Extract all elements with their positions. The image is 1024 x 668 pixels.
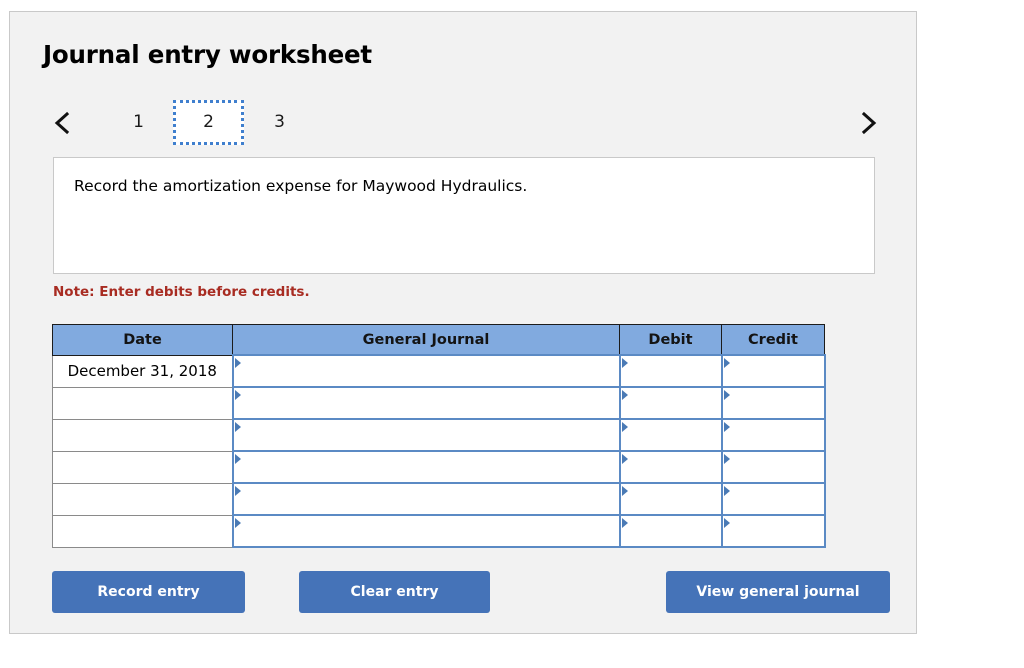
cell-credit[interactable] (720, 482, 826, 516)
journal-entry-table: Date General Journal Debit Credit Decemb… (52, 324, 826, 548)
cell-general-journal[interactable] (231, 386, 621, 420)
dropdown-triangle-icon (234, 390, 241, 400)
transaction-description-box: Record the amortization expense for Mayw… (53, 157, 875, 274)
cell-debit[interactable] (618, 450, 723, 484)
cell-credit[interactable] (720, 514, 826, 548)
pager-tab-2[interactable]: 2 (173, 100, 244, 145)
dropdown-triangle-icon (234, 358, 241, 368)
cell-date[interactable] (52, 483, 233, 516)
dropdown-triangle-icon (723, 454, 730, 464)
view-general-journal-button[interactable]: View general journal (666, 571, 890, 613)
dropdown-triangle-icon (234, 486, 241, 496)
table-row (52, 386, 826, 420)
dropdown-triangle-icon (621, 454, 628, 464)
pager-tab-3[interactable]: 3 (244, 100, 315, 145)
cell-debit[interactable] (618, 482, 723, 516)
debits-before-credits-note: Note: Enter debits before credits. (53, 284, 310, 300)
dropdown-triangle-icon (234, 518, 241, 528)
pager-tab-label: 1 (133, 112, 144, 132)
table-row (52, 482, 826, 516)
cell-date[interactable]: December 31, 2018 (52, 354, 233, 388)
table-row (52, 418, 826, 452)
dropdown-triangle-icon (723, 422, 730, 432)
cell-date[interactable] (52, 515, 233, 548)
dropdown-triangle-icon (621, 422, 628, 432)
page-title: Journal entry worksheet (43, 40, 372, 69)
cell-date[interactable] (52, 387, 233, 420)
table-row (52, 450, 826, 484)
dropdown-triangle-icon (621, 358, 628, 368)
dropdown-triangle-icon (723, 486, 730, 496)
cell-credit[interactable] (720, 354, 826, 388)
cell-debit[interactable] (618, 418, 723, 452)
worksheet-pager: 1 2 3 (40, 94, 890, 151)
dropdown-triangle-icon (621, 390, 628, 400)
dropdown-triangle-icon (234, 422, 241, 432)
cell-credit[interactable] (720, 386, 826, 420)
transaction-description-text: Record the amortization expense for Mayw… (74, 177, 528, 195)
previous-page-button[interactable] (44, 94, 80, 151)
cell-general-journal[interactable] (231, 354, 621, 388)
dropdown-triangle-icon (723, 390, 730, 400)
cell-credit[interactable] (720, 450, 826, 484)
table-row: December 31, 2018 (52, 354, 826, 388)
cell-general-journal[interactable] (231, 418, 621, 452)
pager-tab-label: 2 (203, 112, 214, 132)
clear-entry-button[interactable]: Clear entry (299, 571, 490, 613)
pager-tab-1[interactable]: 1 (103, 100, 174, 145)
cell-general-journal[interactable] (231, 450, 621, 484)
record-entry-button[interactable]: Record entry (52, 571, 245, 613)
dropdown-triangle-icon (723, 518, 730, 528)
dropdown-triangle-icon (621, 518, 628, 528)
cell-general-journal[interactable] (231, 514, 621, 548)
table-row (52, 514, 826, 548)
cell-date[interactable] (52, 451, 233, 484)
pager-tab-label: 3 (274, 112, 285, 132)
dropdown-triangle-icon (234, 454, 241, 464)
cell-debit[interactable] (618, 514, 723, 548)
cell-credit[interactable] (720, 418, 826, 452)
chevron-left-icon (52, 109, 72, 137)
dropdown-triangle-icon (621, 486, 628, 496)
cell-general-journal[interactable] (231, 482, 621, 516)
cell-debit[interactable] (618, 354, 723, 388)
table-header-row: Date General Journal Debit Credit (52, 324, 825, 356)
cell-date[interactable] (52, 419, 233, 452)
journal-entry-worksheet-card: Journal entry worksheet 1 2 3 Record the… (9, 11, 917, 634)
column-header-date: Date (52, 324, 233, 356)
chevron-right-icon (859, 109, 879, 137)
dropdown-triangle-icon (723, 358, 730, 368)
column-header-general-journal: General Journal (232, 324, 620, 356)
column-header-debit: Debit (619, 324, 722, 356)
cell-debit[interactable] (618, 386, 723, 420)
next-page-button[interactable] (851, 94, 887, 151)
column-header-credit: Credit (721, 324, 825, 356)
